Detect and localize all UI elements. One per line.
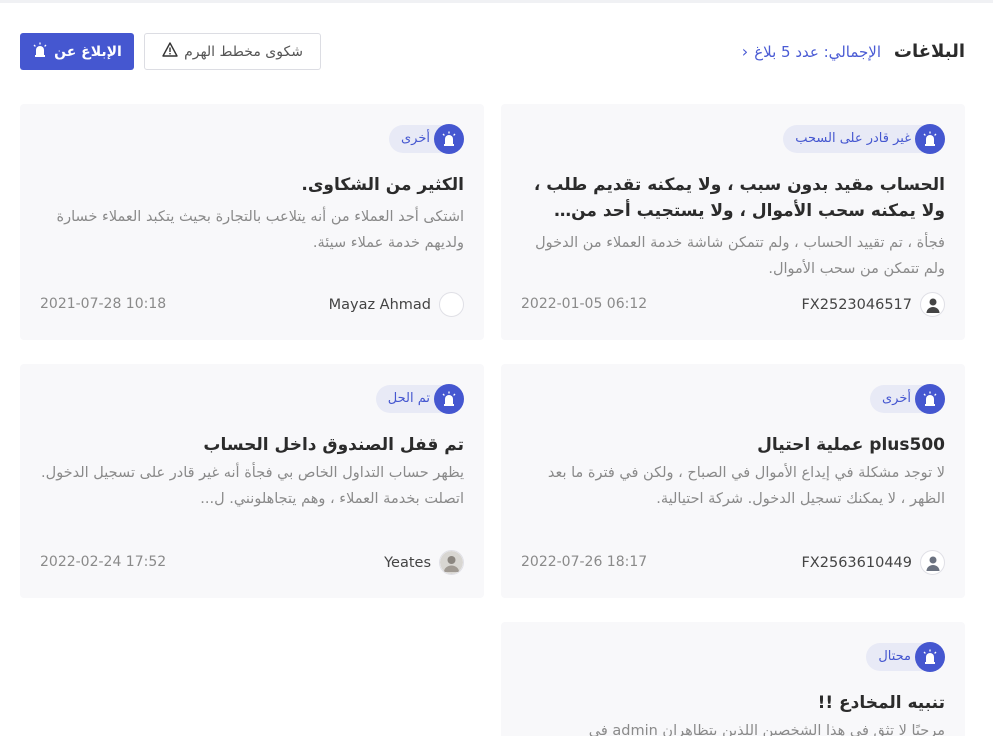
avatar: [920, 292, 945, 317]
user-name: Mayaz Ahmad: [328, 296, 431, 313]
user-info: Yeates: [384, 550, 464, 575]
page-header: البلاغات الإجمالي: عدد 5 بلاغ ‹ شكوى مخط…: [20, 33, 965, 71]
complaint-description: فجأة ، تم تقييد الحساب ، ولم تتمكن شاشة …: [535, 235, 945, 277]
user-info: FX2523046517: [801, 292, 945, 317]
report-date: 2022-01-05 06:12: [521, 296, 648, 312]
complaint-card[interactable]: تم الحل تم قفل الصندوق داخل الحساب يظهر …: [20, 364, 484, 598]
complaint-description: لا توجد مشكلة في إيداع الأموال في الصباح…: [547, 465, 945, 507]
alarm-icon: [434, 124, 464, 154]
alarm-icon: [915, 124, 945, 154]
report-date: 2022-02-24 17:52: [40, 554, 167, 570]
total-reports-label: الإجمالي: عدد 5 بلاغ: [754, 42, 881, 61]
user-name: FX2563610449: [801, 554, 912, 571]
complaint-card[interactable]: أخرى الكثير من الشكاوى. اشتكى أحد العملا…: [20, 104, 484, 340]
category-tag: أخرى: [870, 384, 945, 414]
alarm-icon: [434, 384, 464, 414]
complaint-title[interactable]: تم قفل الصندوق داخل الحساب: [40, 432, 464, 458]
complaint-description: يظهر حساب التداول الخاص بي فجأة أنه غير …: [41, 465, 464, 507]
top-divider: [0, 0, 993, 3]
category-tag: تم الحل: [375, 384, 464, 414]
category-tag: محتال: [866, 642, 945, 672]
complaint-card[interactable]: أخرى plus500 عملية احتيال لا توجد مشكلة …: [501, 364, 965, 598]
report-date: 2022-07-26 18:17: [521, 554, 648, 570]
total-reports-link[interactable]: الإجمالي: عدد 5 بلاغ ‹: [742, 42, 881, 61]
pyramid-complaint-label: شكوى مخطط الهرم: [184, 43, 303, 60]
user-name: FX2523046517: [801, 296, 912, 313]
card-footer: Mayaz Ahmad 2021-07-28 10:18: [40, 292, 464, 318]
card-footer: Yeates 2022-02-24 17:52: [40, 550, 464, 576]
complaint-card[interactable]: محتال تنبيه المخادع !! مرحبًا لا تثق في …: [501, 622, 965, 736]
avatar: [439, 550, 464, 575]
alarm-icon: [915, 384, 945, 414]
user-info: FX2563610449: [801, 550, 945, 575]
chevron-left-icon: ‹: [741, 42, 749, 61]
complaint-description: مرحبًا لا تثق في هذا الشخصين اللذين يتظا…: [588, 723, 945, 736]
complaint-description: اشتكى أحد العملاء من أنه يتلاعب بالتجارة…: [56, 209, 464, 251]
card-footer: FX2563610449 2022-07-26 18:17: [521, 550, 945, 576]
page-title: البلاغات: [893, 41, 965, 62]
user-name: Yeates: [384, 554, 431, 571]
category-tag: أخرى: [389, 124, 464, 154]
report-button-label: الإبلاغ عن: [54, 43, 122, 60]
complaint-title[interactable]: الكثير من الشكاوى.: [40, 172, 464, 198]
pyramid-complaint-button[interactable]: شكوى مخطط الهرم: [144, 33, 321, 70]
complaint-title[interactable]: الحساب مقيد بدون سبب ، ولا يمكنه تقديم ط…: [521, 172, 945, 224]
alarm-icon: [915, 642, 945, 672]
complaint-title[interactable]: تنبيه المخادع !!: [521, 690, 945, 716]
report-date: 2021-07-28 10:18: [40, 296, 167, 312]
alarm-icon: [32, 42, 48, 62]
avatar: [920, 550, 945, 575]
card-footer: FX2523046517 2022-01-05 06:12: [521, 292, 945, 318]
complaint-title[interactable]: plus500 عملية احتيال: [521, 432, 945, 458]
warning-icon: [162, 42, 178, 61]
category-tag: غير قادر على السحب: [783, 124, 945, 154]
report-button[interactable]: الإبلاغ عن: [20, 33, 134, 70]
avatar: [439, 292, 464, 317]
complaint-card[interactable]: غير قادر على السحب الحساب مقيد بدون سبب …: [501, 104, 965, 340]
user-info: Mayaz Ahmad: [329, 292, 464, 317]
